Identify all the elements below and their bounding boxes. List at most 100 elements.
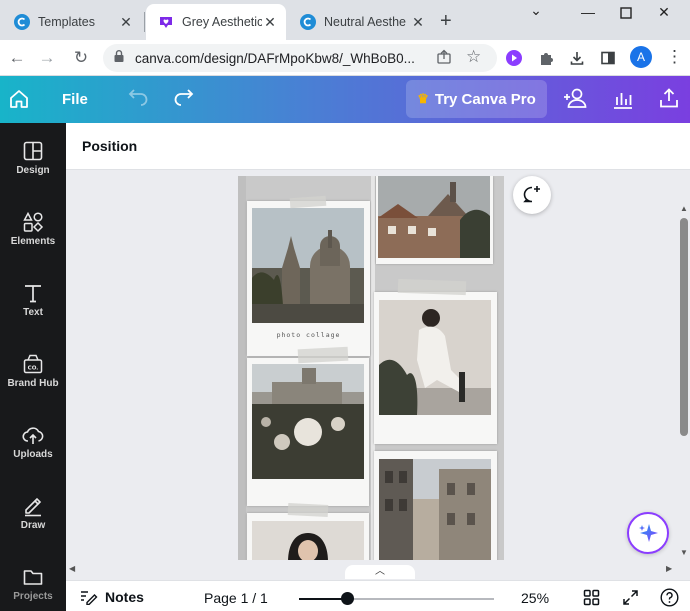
collage-caption: photo collage [276, 331, 341, 339]
extensions-puzzle-icon[interactable] [536, 48, 556, 68]
sidebar-label: Brand Hub [7, 378, 59, 389]
try-pro-label: Try Canva Pro [434, 90, 536, 108]
try-canva-pro-button[interactable]: ♛ Try Canva Pro [406, 80, 547, 118]
minimize-window-icon[interactable]: — [576, 4, 600, 20]
tab-divider [144, 12, 145, 32]
canva-heart-favicon-icon [158, 14, 174, 30]
photo-card-bottom-portrait[interactable] [247, 513, 369, 562]
sidebar-label: Elements [10, 236, 56, 247]
home-icon[interactable] [8, 88, 30, 115]
tape-strip [397, 278, 467, 296]
browser-menu-icon[interactable]: ⋮ [666, 47, 683, 67]
page-indicator[interactable]: Page 1 / 1 [204, 590, 268, 606]
sidebar-label: Design [16, 165, 50, 176]
canva-favicon-icon [14, 14, 30, 30]
side-panel-icon[interactable] [598, 48, 618, 68]
shapes-icon [23, 211, 44, 233]
tab-close-icon[interactable]: ✕ [262, 14, 278, 31]
sidebar-item-uploads[interactable]: Uploads [0, 424, 66, 484]
grid-view-icon[interactable] [583, 589, 600, 611]
upload-share-icon[interactable] [658, 87, 680, 114]
add-comment-button[interactable] [513, 176, 551, 214]
sidebar-item-elements[interactable]: Elements [0, 211, 66, 271]
tab-close-icon[interactable]: ✕ [410, 14, 426, 31]
scroll-left-arrow-icon[interactable]: ◀ [69, 564, 75, 573]
design-page[interactable]: photo collage [238, 176, 504, 562]
tab-title: Templates [38, 15, 95, 29]
photo-card-street[interactable] [374, 451, 497, 562]
tape-strip [287, 502, 329, 518]
chevron-up-icon: ︿ [375, 566, 385, 577]
notes-button[interactable]: Notes [80, 589, 144, 605]
notes-label: Notes [105, 589, 144, 605]
lock-icon[interactable] [113, 49, 125, 68]
text-icon [25, 285, 41, 303]
reload-icon[interactable]: ↻ [70, 47, 92, 69]
bottom-portrait-photo [252, 521, 364, 562]
tab-title: Neutral Aesthe [324, 15, 406, 29]
crown-icon: ♛ [417, 91, 429, 106]
layout-icon [23, 141, 43, 161]
magic-assistant-button[interactable] [627, 512, 669, 554]
zoom-percentage[interactable]: 25% [521, 590, 549, 606]
portrait-photo [379, 300, 491, 415]
download-icon[interactable] [567, 48, 587, 68]
position-button[interactable]: Position [82, 138, 137, 154]
cloud-upload-icon [22, 427, 44, 444]
brand-hub-icon: CO. [23, 354, 43, 374]
tab-templates[interactable]: Templates ✕ [2, 4, 142, 40]
maximize-window-icon[interactable] [614, 4, 638, 22]
bookmark-star-icon[interactable]: ☆ [466, 47, 481, 67]
sidebar-item-draw[interactable]: Draw [0, 495, 66, 555]
canva-favicon-icon [300, 14, 316, 30]
notes-pencil-icon [81, 591, 98, 605]
street-photo [379, 459, 491, 562]
scroll-up-arrow-icon[interactable]: ▲ [680, 204, 688, 213]
sidebar-item-brand-hub[interactable]: CO. Brand Hub [0, 353, 66, 413]
sidebar-label: Draw [20, 520, 46, 531]
photo-card-church[interactable]: photo collage [247, 201, 370, 356]
sidebar-item-design[interactable]: Design [0, 140, 66, 200]
tab-close-icon[interactable]: ✕ [118, 14, 134, 31]
scroll-down-arrow-icon[interactable]: ▼ [680, 548, 688, 557]
sidebar-item-projects[interactable]: Projects [0, 566, 66, 611]
file-menu-button[interactable]: File [62, 91, 88, 108]
forward-arrow-icon[interactable]: → [36, 47, 58, 69]
url-text: canva.com/design/DAFrMpoKbw8/_WhBoB0... [135, 50, 415, 66]
flowers-photo [252, 364, 364, 479]
close-window-icon[interactable]: ✕ [652, 4, 676, 21]
sparkle-icon [639, 524, 658, 542]
tab-title: Grey Aesthetic [182, 15, 262, 29]
help-icon[interactable] [660, 588, 679, 611]
page-left-margin [238, 176, 246, 562]
comment-plus-icon [523, 186, 540, 203]
photo-card-portrait[interactable] [374, 292, 497, 444]
share-page-icon[interactable] [436, 49, 452, 69]
new-tab-plus-icon[interactable]: + [440, 10, 452, 33]
svg-text:CO.: CO. [28, 366, 39, 372]
photo-card-rooftops[interactable] [376, 176, 493, 264]
share-people-icon[interactable] [563, 87, 589, 114]
fullscreen-icon[interactable] [622, 589, 639, 611]
scroll-thumb[interactable] [680, 218, 688, 436]
vertical-scrollbar[interactable] [678, 200, 690, 560]
context-toolbar: Position [66, 123, 690, 170]
show-pages-toggle[interactable]: ︿ [345, 565, 415, 579]
extension-play-icon[interactable] [504, 48, 524, 68]
sidebar-label: Uploads [13, 449, 53, 460]
redo-icon[interactable] [172, 88, 194, 113]
scroll-right-arrow-icon[interactable]: ▶ [666, 564, 672, 573]
sidebar-label: Text [23, 307, 43, 318]
sidebar-item-text[interactable]: Text [0, 282, 66, 342]
church-photo [252, 208, 364, 323]
folder-icon [23, 570, 43, 585]
undo-icon[interactable] [128, 88, 150, 113]
tab-neutral-aesthetic[interactable]: Neutral Aesthe ✕ [288, 4, 434, 40]
photo-card-flowers[interactable] [247, 358, 369, 506]
rooftops-photo [378, 176, 490, 258]
tab-grey-aesthetic[interactable]: Grey Aesthetic ✕ [146, 4, 286, 40]
back-arrow-icon[interactable]: ← [6, 47, 28, 69]
profile-avatar[interactable]: A [630, 46, 652, 68]
tab-search-chevron-icon[interactable]: ⌄ [524, 2, 548, 19]
insights-chart-icon[interactable] [612, 88, 634, 115]
